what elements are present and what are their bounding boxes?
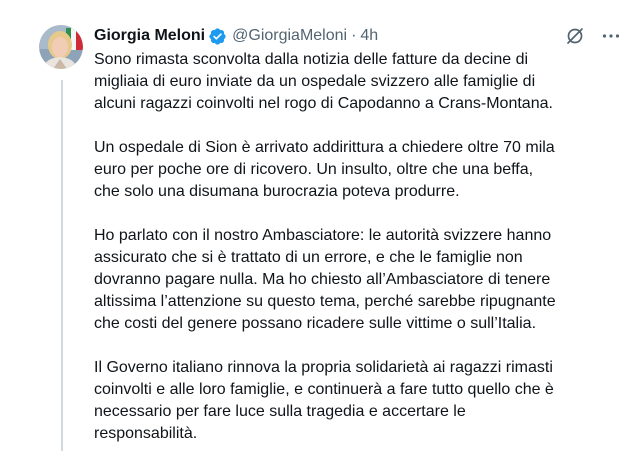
verified-badge-icon[interactable] xyxy=(208,27,227,46)
author-handle[interactable]: @GiorgiaMeloni xyxy=(232,27,347,45)
tweet-line: migliaia di euro inviate da un ospedale … xyxy=(94,73,536,90)
tweet-line: che costi del genere possano ricadere su… xyxy=(94,315,537,332)
tweet-header: Giorgia Meloni @GiorgiaMeloni · 4h xyxy=(94,24,621,48)
tweet-line: Un ospedale di Sion è arrivato addirittu… xyxy=(94,139,555,156)
tweet-paragraph: Ho parlato con il nostro Ambasciatore: l… xyxy=(94,225,614,335)
tweet-line: necessario per fare luce sulla tragedia … xyxy=(94,403,466,420)
tweet-line: euro per poche ore di ricovero. Un insul… xyxy=(94,161,534,178)
avatar-photo xyxy=(39,25,83,69)
separator-dot: · xyxy=(351,27,357,44)
tweet-line: Sono rimasta sconvolta dalla notizia del… xyxy=(94,51,529,68)
tweet-paragraph: Un ospedale di Sion è arrivato addirittu… xyxy=(94,137,614,203)
avatar[interactable] xyxy=(39,25,83,69)
tweet-text: Sono rimasta sconvolta dalla notizia del… xyxy=(94,49,614,445)
more-options-icon[interactable] xyxy=(601,26,621,46)
thread-line xyxy=(61,80,63,451)
grok-icon[interactable] xyxy=(565,26,585,46)
tweet-line: altissima l’attenzione su questo tema, p… xyxy=(94,293,556,310)
tweet-paragraph: Sono rimasta sconvolta dalla notizia del… xyxy=(94,49,614,115)
tweet-line: responsabilità. xyxy=(94,425,198,442)
tweet-line: alcuni ragazzi coinvolti nel rogo di Cap… xyxy=(94,95,553,112)
tweet-line: Ho parlato con il nostro Ambasciatore: l… xyxy=(94,227,552,244)
tweet-line: dovranno pagare nulla. Ma ho chiesto all… xyxy=(94,271,551,288)
tweet-line: Il Governo italiano rinnova la propria s… xyxy=(94,359,553,376)
author-display-name[interactable]: Giorgia Meloni xyxy=(94,27,205,45)
tweet-line: assicurato che si è trattato di un error… xyxy=(94,249,523,266)
tweet-timestamp[interactable]: 4h xyxy=(360,27,378,45)
tweet-paragraph: Il Governo italiano rinnova la propria s… xyxy=(94,357,614,445)
tweet-line: coinvolti e alle loro famiglie, e contin… xyxy=(94,381,554,398)
tweet-line: che solo una disumana burocrazia poteva … xyxy=(94,183,460,200)
